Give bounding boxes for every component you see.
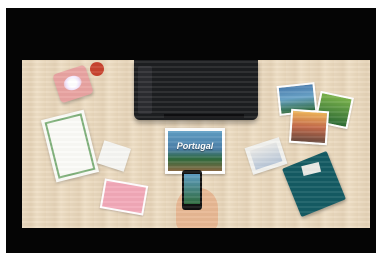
smartphone-screen (184, 174, 200, 204)
smartphone (182, 170, 202, 210)
card-border-decoration (44, 113, 96, 179)
notebook-label (301, 161, 322, 176)
notebook (282, 150, 346, 218)
greeting-card (40, 109, 100, 183)
printed-photo-image: Portugal (168, 131, 222, 171)
printer (134, 60, 258, 120)
printer-control-panel (138, 66, 152, 114)
photo-person (244, 137, 288, 175)
printed-photo-text: Portugal (176, 141, 214, 151)
candies (61, 73, 84, 93)
printed-photo: Portugal (165, 128, 225, 174)
pink-photo (99, 178, 149, 216)
photo-sunset (288, 108, 330, 146)
photo-person-image (249, 142, 283, 170)
red-cup (90, 62, 104, 76)
bowl (52, 64, 94, 104)
photo-scene: Portugal (22, 60, 370, 228)
printer-output-slot (164, 114, 244, 118)
envelope (96, 140, 132, 172)
